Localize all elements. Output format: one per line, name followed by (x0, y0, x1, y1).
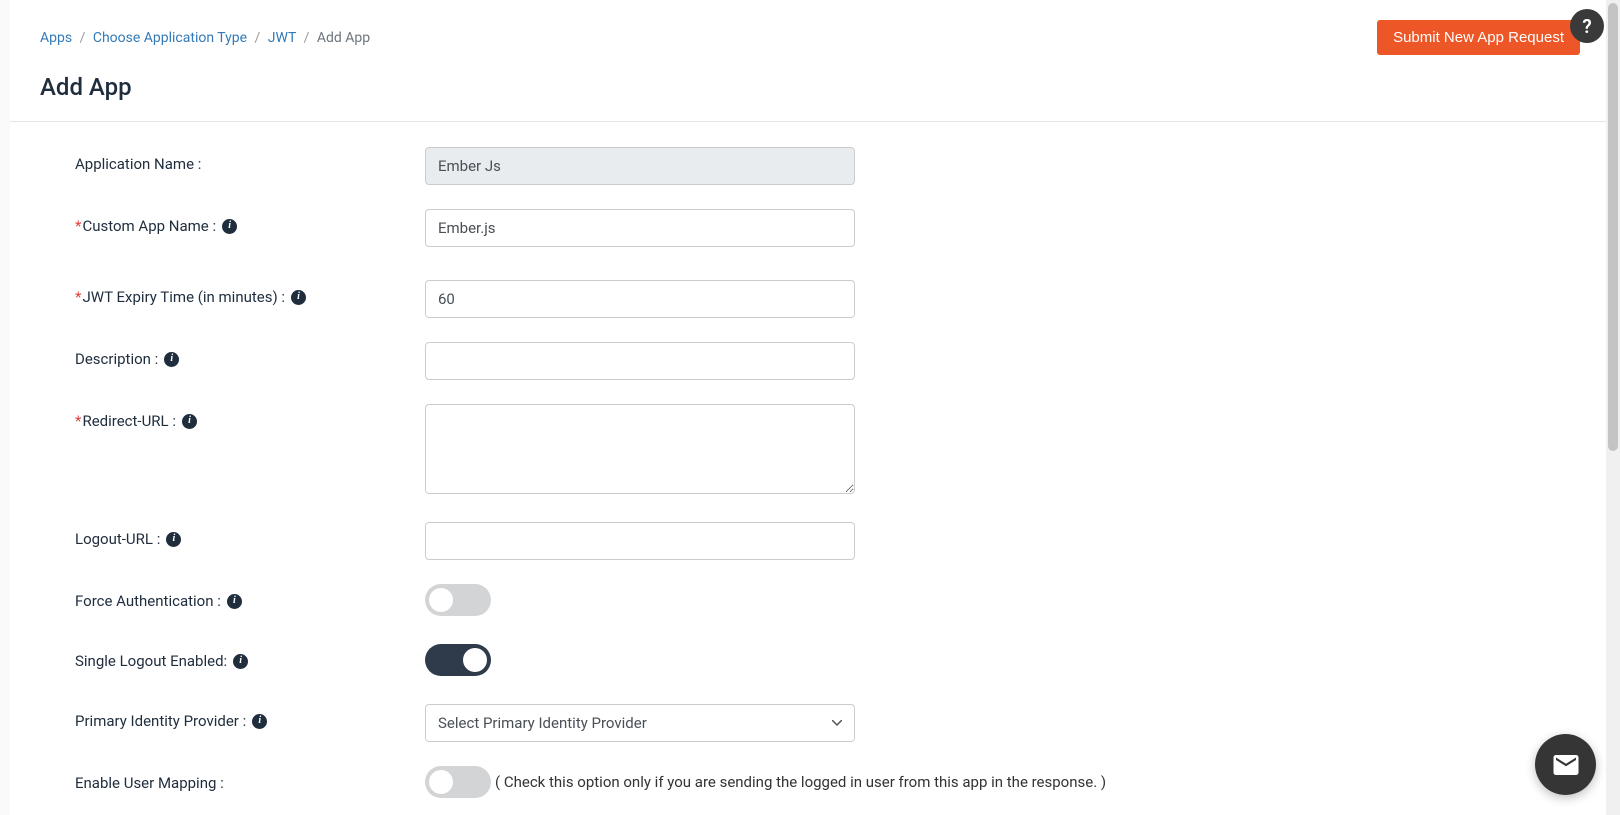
redirect-url-label: Redirect-URL : (82, 412, 176, 430)
add-app-form: Application Name : *Custom App Name : i … (10, 122, 1610, 798)
breadcrumb-sep: / (304, 30, 310, 46)
logout-url-input[interactable] (425, 522, 855, 560)
scrollbar-thumb[interactable] (1608, 3, 1618, 451)
primary-identity-provider-select[interactable]: Select Primary Identity Provider (425, 704, 855, 742)
application-name-label: Application Name : (75, 155, 201, 173)
breadcrumb-current: Add App (317, 30, 370, 46)
force-authentication-toggle[interactable] (425, 584, 491, 616)
vertical-scrollbar[interactable] (1606, 0, 1620, 815)
description-info-icon[interactable]: i (164, 352, 179, 367)
breadcrumb-sep: / (80, 30, 86, 46)
help-icon[interactable]: ? (1570, 9, 1604, 43)
redirect-url-textarea[interactable] (425, 404, 855, 494)
primary-identity-provider-label: Primary Identity Provider : (75, 712, 246, 730)
redirect-url-info-icon[interactable]: i (182, 414, 197, 429)
breadcrumb: Apps / Choose Application Type / JWT / A… (40, 30, 370, 46)
force-authentication-info-icon[interactable]: i (227, 594, 242, 609)
mail-icon (1551, 750, 1581, 780)
page-title: Add App (10, 55, 1610, 122)
force-authentication-label: Force Authentication : (75, 592, 221, 610)
primary-identity-provider-info-icon[interactable]: i (252, 714, 267, 729)
required-marker: * (75, 217, 81, 235)
custom-app-name-info-icon[interactable]: i (222, 219, 237, 234)
breadcrumb-jwt[interactable]: JWT (268, 30, 296, 46)
breadcrumb-apps[interactable]: Apps (40, 30, 72, 46)
description-label: Description : (75, 350, 158, 368)
application-name-input (425, 147, 855, 185)
enable-user-mapping-toggle[interactable] (425, 766, 491, 798)
logout-url-label: Logout-URL : (75, 530, 160, 548)
single-logout-enabled-toggle[interactable] (425, 644, 491, 676)
enable-user-mapping-label: Enable User Mapping : (75, 774, 224, 792)
submit-new-app-request-button[interactable]: Submit New App Request (1377, 20, 1580, 55)
jwt-expiry-label: JWT Expiry Time (in minutes) : (82, 288, 285, 306)
single-logout-enabled-label: Single Logout Enabled: (75, 652, 227, 670)
chat-fab-button[interactable] (1535, 734, 1596, 795)
description-input[interactable] (425, 342, 855, 380)
required-marker: * (75, 288, 81, 306)
breadcrumb-choose-type[interactable]: Choose Application Type (93, 30, 247, 46)
logout-url-info-icon[interactable]: i (166, 532, 181, 547)
custom-app-name-label: Custom App Name : (82, 217, 216, 235)
jwt-expiry-input[interactable] (425, 280, 855, 318)
jwt-expiry-info-icon[interactable]: i (291, 290, 306, 305)
breadcrumb-sep: / (255, 30, 261, 46)
single-logout-enabled-info-icon[interactable]: i (233, 654, 248, 669)
custom-app-name-input[interactable] (425, 209, 855, 247)
enable-user-mapping-hint: ( Check this option only if you are send… (495, 773, 1106, 791)
required-marker: * (75, 412, 81, 430)
